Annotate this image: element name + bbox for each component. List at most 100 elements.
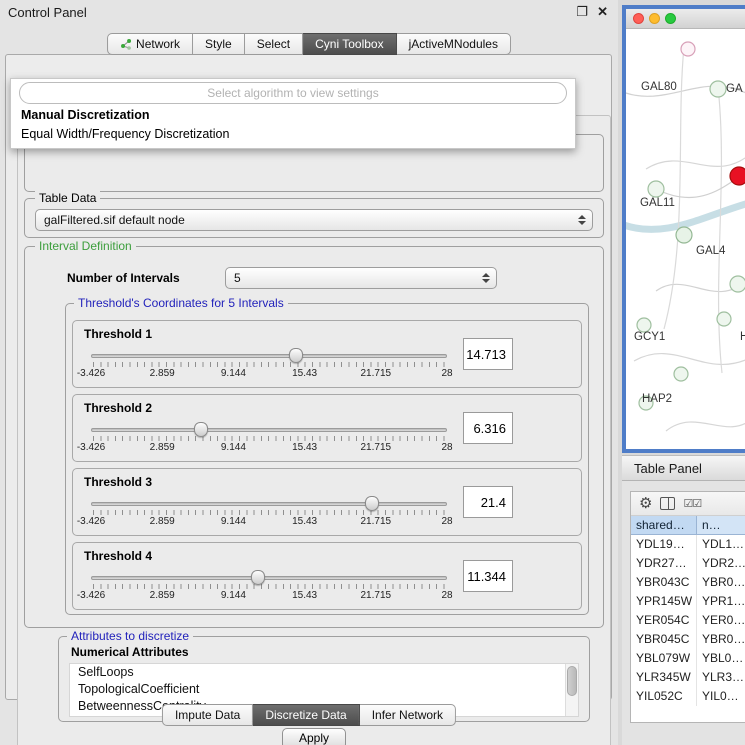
close-icon[interactable]: ✕ — [597, 4, 608, 20]
threshold-3-panel: Threshold 3 -3.426 2.859 9.144 15.43 21.… — [72, 468, 582, 536]
slider-ticks — [93, 362, 445, 367]
slider-thumb[interactable] — [289, 348, 303, 363]
threshold-3-slider[interactable]: -3.426 2.859 9.144 15.43 21.715 28 — [91, 497, 447, 531]
gear-icon[interactable]: ⚙ — [639, 496, 652, 511]
threshold-2-value-field[interactable]: 6.316 — [463, 412, 513, 444]
table-data-combobox[interactable]: galFiltered.sif default node — [35, 209, 593, 231]
table-panel-title: Table Panel — [634, 461, 702, 476]
zoom-traffic-light-icon[interactable] — [665, 13, 676, 24]
select-columns-icon[interactable]: ☑☑ — [683, 497, 701, 510]
combo-stepper-icon — [482, 273, 490, 283]
option-manual-discretization[interactable]: Manual Discretization — [11, 106, 575, 125]
node-table: ⚙ ☑☑ shared… n… YDL19…YDL1… YDR27…YDR2… … — [630, 491, 745, 723]
threshold-1-slider[interactable]: -3.426 2.859 9.144 15.43 21.715 28 — [91, 349, 447, 383]
slider-tick-labels: -3.426 2.859 9.144 15.43 21.715 28 — [91, 442, 447, 454]
slider-ticks — [93, 436, 445, 441]
node-label: GAL80 — [641, 81, 677, 93]
table-row[interactable]: YIL052CYIL0… — [631, 687, 745, 706]
algorithm-combobox[interactable]: Select algorithm to view settings — [19, 82, 567, 104]
float-window-icon[interactable]: ❐ — [576, 4, 588, 20]
number-of-intervals-combobox[interactable]: 5 — [225, 267, 497, 289]
table-data-selected: galFiltered.sif default node — [44, 213, 185, 227]
column-header-shared[interactable]: shared… — [631, 516, 697, 535]
network-icon — [120, 38, 132, 50]
slider-ticks — [93, 510, 445, 515]
column-header-name[interactable]: n… — [697, 516, 745, 535]
threshold-4-slider[interactable]: -3.426 2.859 9.144 15.43 21.715 28 — [91, 571, 447, 605]
threshold-4-value-field[interactable]: 11.344 — [463, 560, 513, 592]
tab-style[interactable]: Style — [193, 33, 245, 55]
table-row[interactable]: YBR045CYBR0… — [631, 630, 745, 649]
node-label: GAL11 — [640, 197, 675, 209]
close-traffic-light-icon[interactable] — [633, 13, 644, 24]
top-tab-bar: Network Style Select Cyni Toolbox jActiv… — [107, 33, 511, 55]
apply-button[interactable]: Apply — [282, 728, 346, 745]
list-item[interactable]: TopologicalCoefficient — [70, 681, 578, 698]
option-equal-width-frequency[interactable]: Equal Width/Frequency Discretization — [11, 125, 575, 144]
network-canvas[interactable]: GAL80 GA GAL11 GAL4 GCY1 H HAP2 — [626, 29, 745, 448]
algorithm-placeholder: Select algorithm to view settings — [207, 86, 378, 100]
network-window-titlebar — [626, 9, 745, 29]
table-panel-body: ⚙ ☑☑ shared… n… YDL19…YDL1… YDR27…YDR2… … — [622, 481, 745, 745]
tab-infer-network[interactable]: Infer Network — [360, 704, 456, 726]
slider-thumb[interactable] — [194, 422, 208, 437]
slider-thumb[interactable] — [365, 496, 379, 511]
threshold-1-value-field[interactable]: 14.713 — [463, 338, 513, 370]
threshold-3-label: Threshold 3 — [84, 475, 152, 489]
list-scrollbar[interactable] — [565, 664, 578, 716]
node-label: GA — [726, 83, 743, 95]
node-label: GCY1 — [634, 331, 665, 343]
threshold-2-slider[interactable]: -3.426 2.859 9.144 15.43 21.715 28 — [91, 423, 447, 457]
slider-track — [91, 354, 447, 358]
bottom-tab-bar: Impute Data Discretize Data Infer Networ… — [162, 704, 456, 726]
table-row[interactable]: YDL19…YDL1… — [631, 535, 745, 554]
node-label: HAP2 — [642, 393, 672, 405]
node-label: GAL4 — [696, 245, 725, 257]
table-toolbar: ⚙ ☑☑ — [631, 492, 745, 516]
table-row[interactable]: YBL079WYBL0… — [631, 649, 745, 668]
tab-cyni-toolbox[interactable]: Cyni Toolbox — [303, 33, 396, 55]
slider-track — [91, 502, 447, 506]
thresholds-group: Threshold's Coordinates for 5 Intervals … — [65, 303, 589, 615]
tab-select[interactable]: Select — [245, 33, 303, 55]
combo-stepper-icon — [578, 215, 586, 225]
number-of-intervals-label: Number of Intervals — [67, 271, 180, 285]
threshold-4-label: Threshold 4 — [84, 549, 152, 563]
interval-definition-title: Interval Definition — [35, 239, 136, 253]
tab-jactivemnodules[interactable]: jActiveMNodules — [397, 33, 511, 55]
table-row[interactable]: YER054CYER0… — [631, 611, 745, 630]
network-window: GAL80 GA GAL11 GAL4 GCY1 H HAP2 — [622, 5, 745, 453]
table-row[interactable]: YDR27…YDR2… — [631, 554, 745, 573]
threshold-2-label: Threshold 2 — [84, 401, 152, 415]
tab-discretize-data[interactable]: Discretize Data — [253, 704, 359, 726]
tab-network[interactable]: Network — [107, 33, 193, 55]
slider-thumb[interactable] — [251, 570, 265, 585]
screen: Control Panel ❐ ✕ Discretization Algorit… — [0, 0, 745, 745]
algorithm-dropdown-popup: Select algorithm to view settings Manual… — [10, 78, 576, 149]
slider-tick-labels: -3.426 2.859 9.144 15.43 21.715 28 — [91, 590, 447, 602]
node-label: H — [740, 331, 745, 343]
attributes-group-title: Attributes to discretize — [67, 629, 193, 643]
tab-pane: Discretization Algorithm Table Data galF… — [5, 54, 612, 700]
threshold-4-panel: Threshold 4 -3.426 2.859 9.144 15.43 21.… — [72, 542, 582, 610]
table-data-group: Table Data galFiltered.sif default node — [24, 198, 604, 238]
list-item[interactable]: SelfLoops — [70, 664, 578, 681]
tab-impute-data[interactable]: Impute Data — [162, 704, 253, 726]
minimize-traffic-light-icon[interactable] — [649, 13, 660, 24]
control-panel-titlebar: Control Panel ❐ ✕ — [0, 0, 618, 24]
columns-icon[interactable] — [660, 497, 675, 510]
slider-track — [91, 576, 447, 580]
threshold-3-value-field[interactable]: 21.4 — [463, 486, 513, 518]
thresholds-group-title: Threshold's Coordinates for 5 Intervals — [74, 296, 288, 310]
table-panel-header: Table Panel — [622, 455, 745, 481]
threshold-2-panel: Threshold 2 -3.426 2.859 9.144 15.43 21.… — [72, 394, 582, 462]
table-row[interactable]: YPR145WYPR1… — [631, 592, 745, 611]
table-row[interactable]: YBR043CYBR0… — [631, 573, 745, 592]
table-row[interactable]: YLR345WYLR3… — [631, 668, 745, 687]
slider-tick-labels: -3.426 2.859 9.144 15.43 21.715 28 — [91, 516, 447, 528]
slider-tick-labels: -3.426 2.859 9.144 15.43 21.715 28 — [91, 368, 447, 380]
threshold-1-panel: Threshold 1 -3.426 2.859 9.144 15.43 21.… — [72, 320, 582, 388]
threshold-1-label: Threshold 1 — [84, 327, 152, 341]
interval-definition-group: Interval Definition Number of Intervals … — [24, 246, 604, 628]
cyni-toolbox-content: Discretization Algorithm Table Data galF… — [17, 115, 611, 745]
